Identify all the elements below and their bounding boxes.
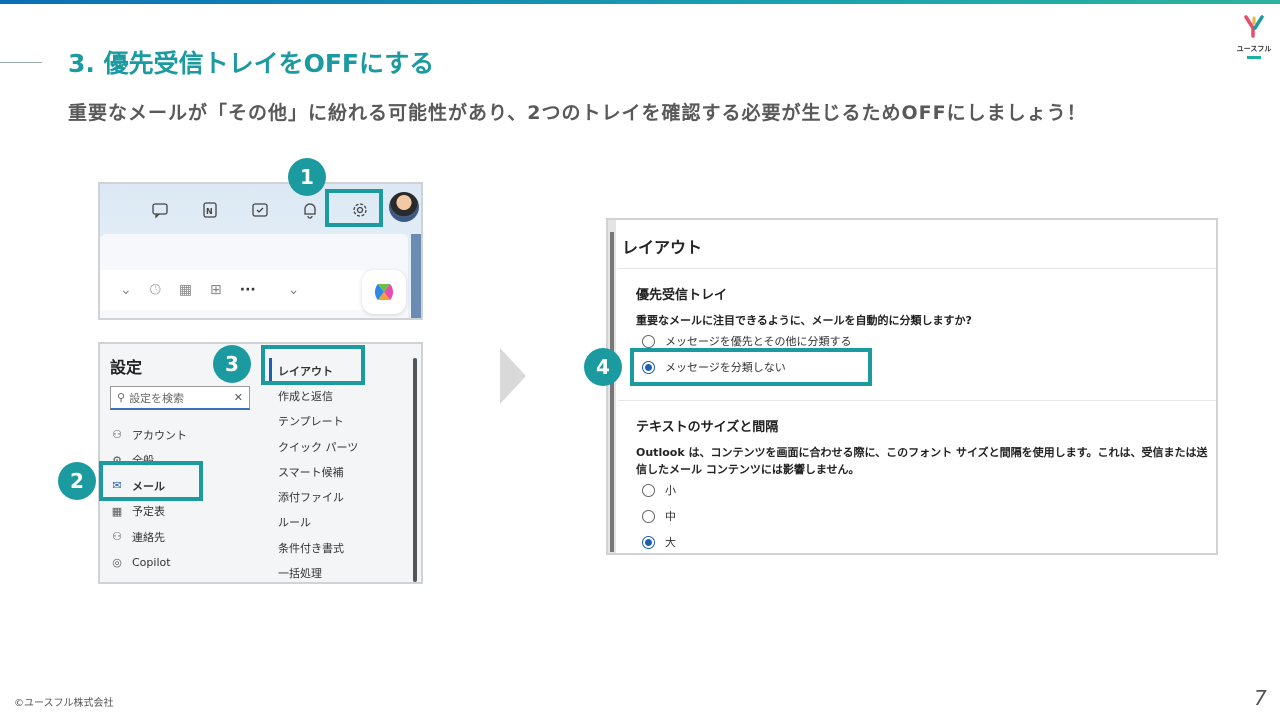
radio-label: 中 — [665, 510, 676, 523]
subnav-item-compose[interactable]: 作成と返信 — [278, 383, 358, 408]
logo-text: ユースフル — [1236, 45, 1272, 53]
text-size-title: テキストのサイズと間隔 — [636, 420, 779, 435]
subnav-item-sweep[interactable]: 一括処理 — [278, 560, 358, 582]
radio-label: 小 — [665, 484, 676, 497]
settings-title: 設定 — [110, 358, 143, 377]
step-badge-2: 2 — [58, 462, 96, 500]
step-badge-1: 1 — [288, 158, 326, 196]
ribbon-toolbar: ⌄ 🕓︎ ▦ ⊞ ··· ⌄ — [100, 270, 370, 310]
calendar-icon: ▦ — [111, 504, 123, 518]
apps-icon[interactable]: ⊞ — [210, 282, 222, 298]
step-badge-4: 4 — [584, 348, 622, 386]
focused-inbox-question: 重要なメールに注目できるように、メールを自動的に分類しますか? — [636, 314, 972, 327]
subnav-item-conditional-formatting[interactable]: 条件付き書式 — [278, 535, 358, 560]
subnav-item-quick-parts[interactable]: クイック パーツ — [278, 434, 358, 459]
step-badge-3: 3 — [213, 345, 251, 383]
copilot-icon — [375, 284, 393, 300]
copilot-button[interactable] — [362, 270, 406, 314]
settings-search-input[interactable]: ⚲ 設定を検索 ✕ — [110, 386, 250, 410]
bell-icon[interactable] — [300, 200, 320, 220]
nav-item-calendar[interactable]: ▦ 予定表 — [110, 499, 187, 525]
person-icon: ⚇ — [112, 428, 122, 442]
nav-label: Copilot — [132, 555, 171, 569]
divider — [618, 400, 1216, 401]
clear-icon[interactable]: ✕ — [234, 391, 243, 404]
divider — [618, 268, 1216, 269]
radio-size-large[interactable]: 大 — [642, 534, 676, 550]
radio-button-selected[interactable] — [642, 535, 655, 549]
user-avatar[interactable] — [389, 192, 419, 222]
radio-label: 大 — [665, 536, 676, 549]
title-rule — [0, 62, 42, 63]
calendar-filter-icon[interactable]: ▦ — [179, 282, 192, 298]
clock-icon[interactable]: 🕓︎ — [150, 282, 161, 298]
logo-underline — [1247, 56, 1261, 59]
subnav-item-templates[interactable]: テンプレート — [278, 409, 358, 434]
radio-size-medium[interactable]: 中 — [642, 508, 676, 524]
nav-item-contacts[interactable]: ⚇ 連絡先 — [110, 524, 187, 550]
copilot-icon: ◎ — [112, 555, 122, 569]
layout-heading: レイアウト — [622, 238, 703, 257]
nav-label: 連絡先 — [132, 530, 165, 544]
radio-focused-on[interactable]: メッセージを優先とその他に分類する — [642, 333, 851, 349]
slide-subtitle: 重要なメールが「その他」に紛れる可能性があり、2つのトレイを確認する必要が生じる… — [68, 102, 1087, 124]
highlight-gear — [325, 189, 383, 227]
text-size-description: Outlook は、コンテンツを画面に合わせる際に、このフォント サイズと間隔を… — [636, 446, 1208, 476]
scrollbar[interactable] — [608, 220, 616, 553]
chat-icon[interactable] — [150, 200, 170, 220]
nav-item-account[interactable]: ⚇ アカウント — [110, 422, 187, 448]
highlight-mail — [99, 461, 203, 501]
nav-item-copilot[interactable]: ◎ Copilot — [110, 550, 187, 576]
arrow-right-icon — [500, 348, 526, 404]
subnav-item-smart-suggestions[interactable]: スマート候補 — [278, 459, 358, 484]
subnav-item-rules[interactable]: ルール — [278, 510, 358, 535]
layout-settings-screenshot: レイアウト 優先受信トレイ 重要なメールに注目できるように、メールを自動的に分類… — [606, 218, 1218, 555]
mail-subnav: レイアウト 作成と返信 テンプレート クイック パーツ スマート候補 添付ファイ… — [269, 358, 358, 582]
highlight-no-sort-option — [630, 348, 872, 386]
radio-label: メッセージを優先とその他に分類する — [665, 335, 852, 348]
search-placeholder: 設定を検索 — [129, 391, 185, 405]
window-edge — [411, 234, 421, 318]
scrollbar[interactable] — [413, 358, 417, 582]
todo-icon[interactable] — [250, 200, 270, 220]
radio-size-small[interactable]: 小 — [642, 482, 676, 498]
search-icon: ⚲ — [117, 391, 126, 404]
highlight-layout — [261, 345, 365, 385]
copyright: ©ユースフル株式会社 — [14, 698, 114, 709]
people-icon: ⚇ — [112, 530, 122, 544]
radio-button[interactable] — [642, 509, 655, 523]
company-logo: ユースフル — [1236, 14, 1272, 59]
slide-title: 3. 優先受信トレイをOFFにする — [68, 49, 435, 78]
logo-mark-icon — [1244, 15, 1264, 38]
chevron-down-icon[interactable]: ⌄ — [120, 282, 132, 298]
expand-chevron-icon[interactable]: ⌄ — [288, 282, 300, 298]
page-number: 7 — [1254, 686, 1267, 710]
onenote-icon[interactable]: N — [200, 200, 220, 220]
top-accent-bar — [0, 0, 1280, 4]
subnav-item-attachments[interactable]: 添付ファイル — [278, 484, 358, 509]
svg-text:N: N — [206, 207, 213, 216]
radio-button[interactable] — [642, 334, 655, 348]
nav-label: アカウント — [132, 428, 187, 442]
nav-label: 予定表 — [132, 505, 165, 519]
focused-inbox-title: 優先受信トレイ — [636, 288, 728, 303]
radio-button[interactable] — [642, 483, 655, 497]
more-button[interactable]: ··· — [240, 282, 256, 298]
